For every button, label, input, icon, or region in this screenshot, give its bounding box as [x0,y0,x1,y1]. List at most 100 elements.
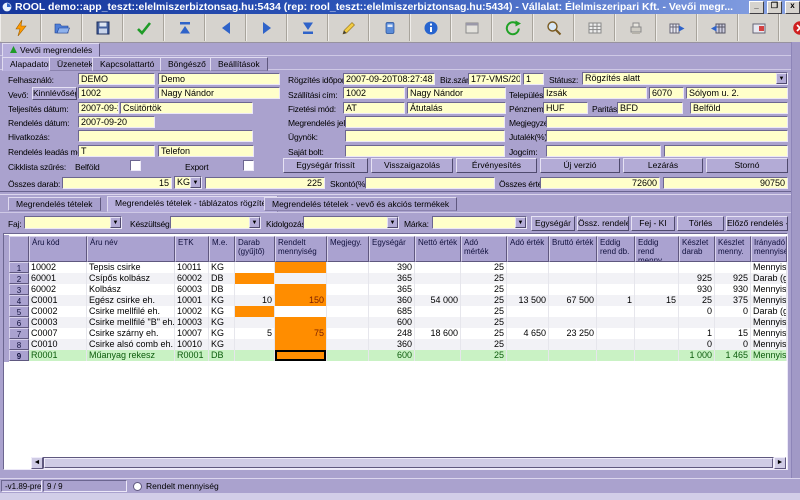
toolbar-search-button[interactable] [533,14,574,41]
cell-rendelt_mennyiseg[interactable] [275,317,327,328]
cell-iranyado_mennyiseg[interactable]: Darab (gyűjtő) [751,306,787,317]
jutalek-field[interactable] [546,130,788,142]
cell-rendelt_mennyiseg[interactable] [275,284,327,295]
cell-etk[interactable]: 10011 [175,262,209,273]
row-number[interactable]: 2 [9,273,29,284]
paritas-name-field[interactable]: Belföld [690,102,788,114]
column-header-aru_nev[interactable]: Áru név [87,236,175,262]
cell-aru_kod[interactable]: C0010 [29,339,87,350]
cell-egysegar[interactable]: 365 [369,273,415,284]
cell-egysegar[interactable]: 390 [369,262,415,273]
toolbar-close-app-button[interactable] [779,14,800,41]
cell-darab_gyujto[interactable] [235,262,275,273]
cell-eddig_rend_menny[interactable] [635,284,679,295]
cell-eddig_rend_menny[interactable] [635,306,679,317]
cell-eddig_rend_db[interactable]: 1 [597,295,635,306]
utca-field[interactable]: Sólyom u. 2. [686,87,788,99]
felhasznalo-code-field[interactable]: DEMO [78,73,155,85]
cell-ado_ertek[interactable]: 13 500 [507,295,549,306]
cell-aru_nev[interactable]: Kolbász [87,284,175,295]
cell-me[interactable]: DB [209,350,235,361]
belfold-checkbox[interactable] [130,160,141,171]
cell-aru_nev[interactable]: Csípős kolbász [87,273,175,284]
horizontal-scrollbar[interactable] [43,457,774,469]
cell-rendelt_mennyiseg[interactable] [275,273,327,284]
osszes-ertek-netto-field[interactable]: 72600 [540,177,660,189]
elozo-rendeles-button[interactable]: Előző rendelés -> [726,216,788,231]
leadas-name-field[interactable]: Telefon [158,145,254,157]
cell-ado_mertek[interactable]: 25 [461,295,507,306]
toolbar-new-record-button[interactable] [369,14,410,41]
lezaras-button[interactable]: Lezárás [623,158,703,173]
toolbar-save-button[interactable] [82,14,123,41]
column-header-aru_kod[interactable]: Áru kód [29,236,87,262]
cell-etk[interactable]: 10002 [175,306,209,317]
cell-me[interactable]: KG [209,339,235,350]
cell-eddig_rend_db[interactable] [597,339,635,350]
row-number[interactable]: 8 [9,339,29,350]
vevo-name-field[interactable]: Nagy Nándor [158,87,280,99]
marka-select[interactable]: ▼ [432,216,527,229]
toolbar-edit-button[interactable] [328,14,369,41]
cell-megjegyzes[interactable] [327,273,369,284]
cell-keszlet_menny[interactable] [715,317,751,328]
skonto-field[interactable] [365,177,495,189]
cell-iranyado_mennyiseg[interactable]: Mennyiség [751,262,787,273]
toolbar-print-button[interactable] [615,14,656,41]
cell-brutto_ertek[interactable] [549,350,597,361]
cell-ado_mertek[interactable]: 25 [461,339,507,350]
cell-aru_nev[interactable]: Csirke mellfilé "B" eh. [87,317,175,328]
cell-keszlet_darab[interactable]: 930 [679,284,715,295]
column-header-ado_ertek[interactable]: Adó érték [507,236,549,262]
cell-keszlet_menny[interactable]: 925 [715,273,751,284]
cell-aru_nev[interactable]: Tepsis csirke [87,262,175,273]
cell-aru_kod[interactable]: R0001 [29,350,87,361]
cell-rendelt_mennyiseg[interactable] [275,262,327,273]
fizetesi-code-field[interactable]: AT [343,102,405,114]
cell-brutto_ertek[interactable] [549,339,597,350]
toolbar-window-button[interactable] [451,14,492,41]
iranyitoszam-field[interactable]: 6070 [649,87,684,99]
cell-brutto_ertek[interactable]: 67 500 [549,295,597,306]
cell-keszlet_menny[interactable]: 1 465 [715,350,751,361]
cell-me[interactable]: DB [209,273,235,284]
cell-aru_kod[interactable]: C0001 [29,295,87,306]
cell-aru_kod[interactable]: C0007 [29,328,87,339]
uj-verzio-button[interactable]: Új verzió [540,158,620,173]
telepules-field[interactable]: Izsák [543,87,647,99]
cell-rendelt_mennyiseg[interactable] [275,306,327,317]
cell-ado_ertek[interactable] [507,273,549,284]
cell-brutto_ertek[interactable] [549,317,597,328]
cell-darab_gyujto[interactable] [235,350,275,361]
chevron-down-icon[interactable]: ▼ [515,217,526,228]
leadas-code-field[interactable]: T [78,145,155,157]
cell-ado_ertek[interactable] [507,317,549,328]
cell-eddig_rend_menny[interactable]: 15 [635,295,679,306]
me-select[interactable]: KG▼ [174,176,202,189]
cell-netto_ertek[interactable] [415,273,461,284]
cell-aru_kod[interactable]: C0003 [29,317,87,328]
cell-keszlet_menny[interactable]: 0 [715,306,751,317]
cell-brutto_ertek[interactable] [549,273,597,284]
cell-ado_ertek[interactable] [507,284,549,295]
toolbar-first-record-button[interactable] [164,14,205,41]
toolbar-open-button[interactable] [41,14,82,41]
column-header-iranyado_mennyiseg[interactable]: Irányadó mennyiség [751,236,787,262]
ossz-rendeles-button[interactable]: Össz. rendelés [577,216,629,231]
cell-eddig_rend_db[interactable] [597,306,635,317]
toolbar-refresh-button[interactable] [492,14,533,41]
megrendeles-jelleg-field[interactable] [345,116,505,128]
faj-select[interactable]: ▼ [24,216,122,229]
cell-keszlet_darab[interactable]: 925 [679,273,715,284]
cell-egysegar[interactable]: 360 [369,295,415,306]
row-number[interactable]: 9 [9,350,29,361]
toolbar-close-grid-button[interactable] [738,14,779,41]
cell-aru_nev[interactable]: Műanyag rekesz [87,350,175,361]
toolbar-next-record-button[interactable] [246,14,287,41]
cell-ado_mertek[interactable]: 25 [461,273,507,284]
cell-megjegyzes[interactable] [327,328,369,339]
rendeles-datum-field[interactable]: 2007-09-20 [78,116,155,128]
cell-netto_ertek[interactable] [415,306,461,317]
cell-me[interactable]: KG [209,306,235,317]
cell-rendelt_mennyiseg[interactable] [275,350,327,361]
